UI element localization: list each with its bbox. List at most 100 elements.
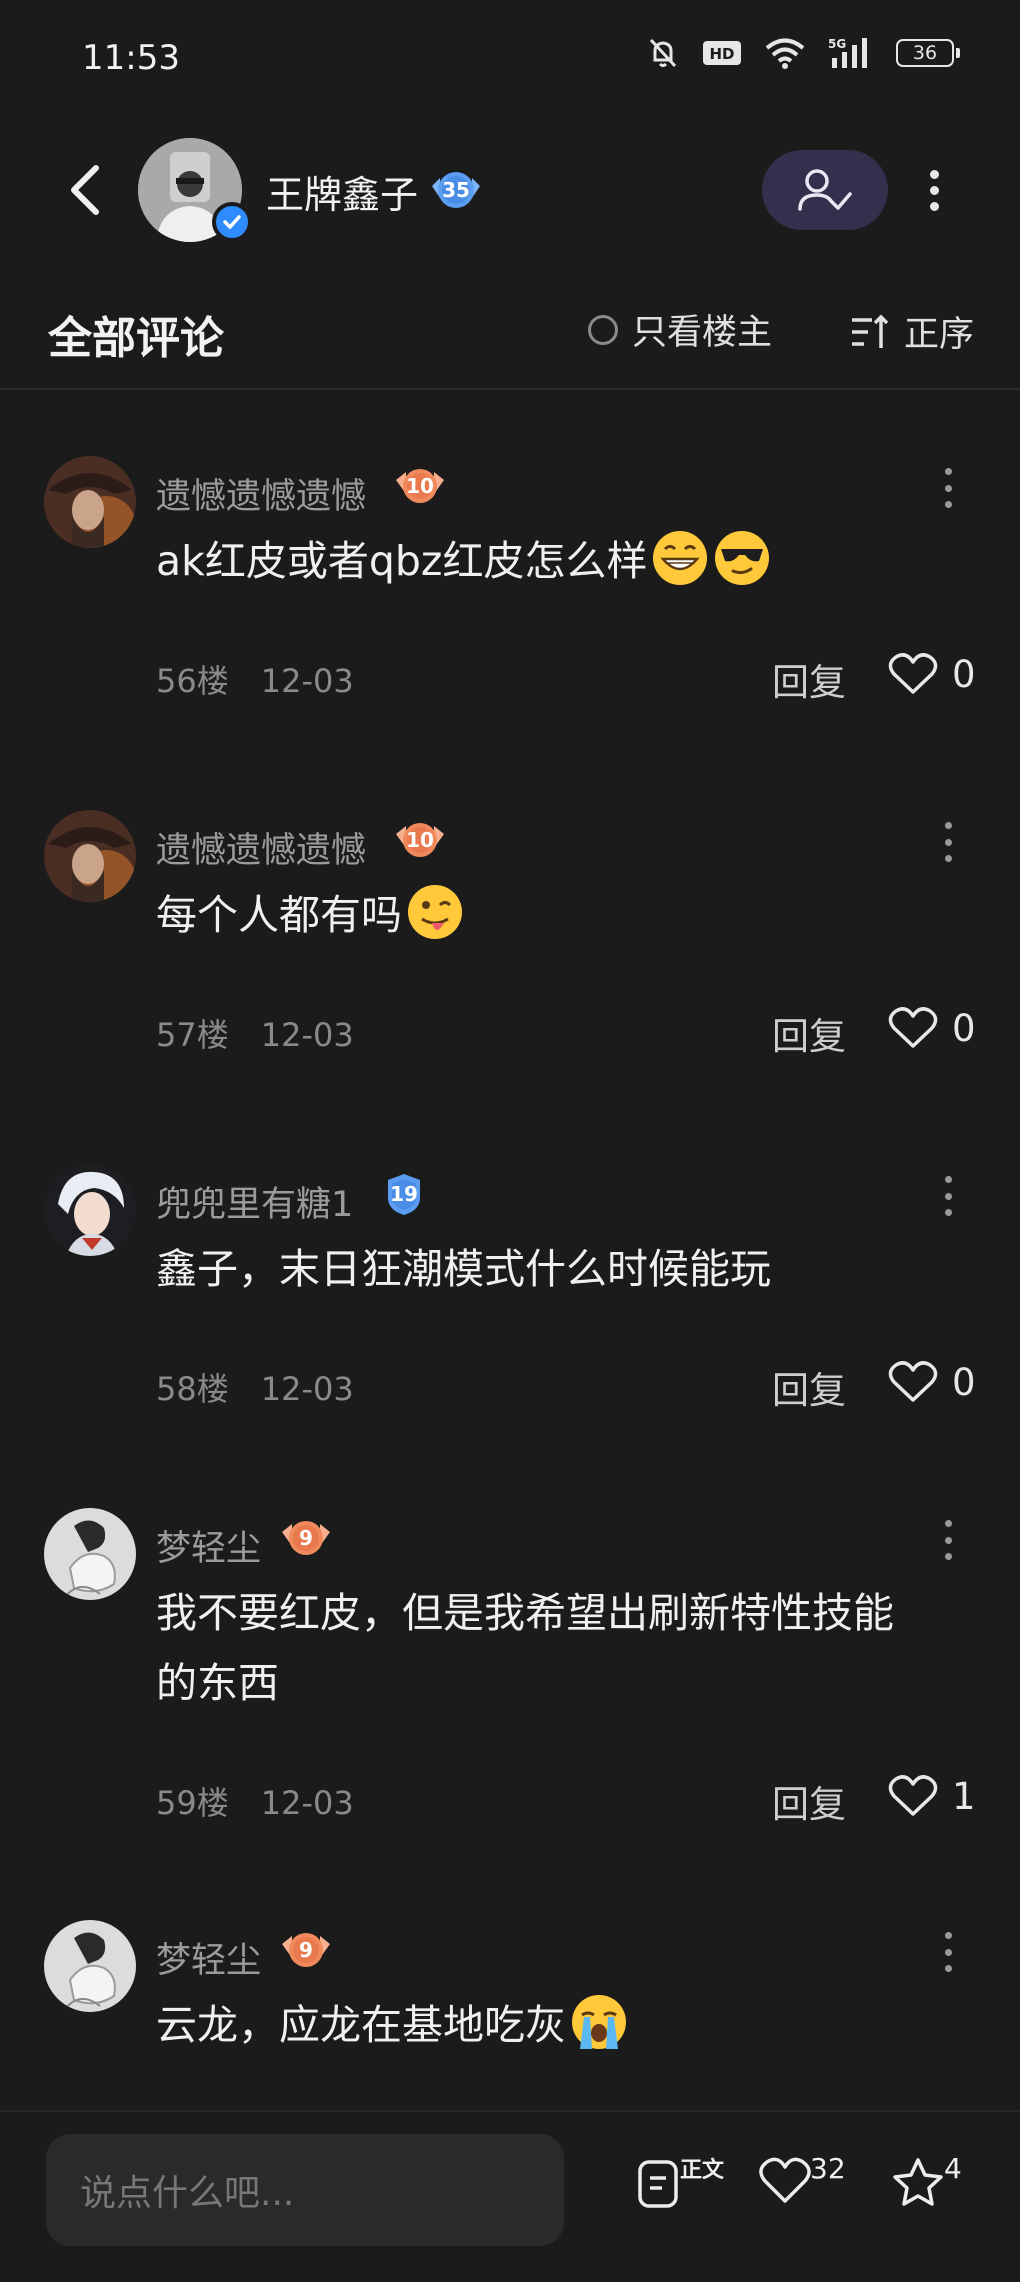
- reply-button[interactable]: 回复: [772, 652, 846, 706]
- comment-item: 遗憾遗憾遗憾 10 每个人都有吗 57楼 12-03 回复 0: [0, 810, 1020, 1060]
- mute-bell-icon: [649, 38, 677, 68]
- comment-text: ak红皮或者qbz红皮怎么样: [156, 526, 956, 596]
- comment-date: 12-03: [260, 1016, 354, 1054]
- commenter-name[interactable]: 梦轻尘: [156, 1932, 261, 1983]
- comment-date: 12-03: [260, 1784, 354, 1822]
- comment-text: 云龙，应龙在基地吃灰: [156, 1990, 956, 2060]
- comment-item: 梦轻尘 9 我不要红皮，但是我希望出刷新特性技能 的东西 59楼 12-03 回复…: [0, 1508, 1020, 1828]
- follow-button[interactable]: [762, 150, 888, 230]
- heart-icon: [888, 1007, 938, 1048]
- battery-level: 36: [896, 39, 954, 67]
- commenter-avatar[interactable]: [44, 1508, 136, 1600]
- heart-icon: [888, 1361, 938, 1402]
- comment-item: 兜兜里有糖1 19 鑫子，末日狂潮模式什么时候能玩 58楼 12-03 回复 0: [0, 1164, 1020, 1414]
- sort-button[interactable]: 正序: [850, 306, 974, 357]
- reply-button[interactable]: 回复: [772, 1774, 846, 1828]
- comment-text: 鑫子，末日狂潮模式什么时候能玩: [156, 1245, 771, 1293]
- commenter-level: 9: [299, 1938, 313, 1962]
- bottom-action-bar: 说点什么吧... 正文 32 4: [0, 2110, 1020, 2282]
- status-icons: HD 5G 36: [646, 36, 960, 70]
- commenter-level-badge: 10: [394, 818, 446, 862]
- reply-button[interactable]: 回复: [772, 1360, 846, 1414]
- battery-icon: 36: [896, 39, 960, 67]
- comment-meta: 59楼 12-03: [156, 1778, 354, 1824]
- comment-text-line: 我不要红皮，但是我希望出刷新特性技能: [156, 1589, 894, 1637]
- like-button[interactable]: 0: [888, 1360, 976, 1404]
- author-name[interactable]: 王牌鑫子: [266, 164, 418, 219]
- post-body-button[interactable]: [634, 2156, 684, 2216]
- reply-button[interactable]: 回复: [772, 1006, 846, 1060]
- signal-5g-icon: 5G: [828, 37, 867, 68]
- dot-icon: [929, 185, 939, 195]
- comment-meta: 57楼 12-03: [156, 1010, 354, 1056]
- floor-number: 59楼: [156, 1784, 229, 1822]
- comment-more-button[interactable]: [942, 1176, 954, 1216]
- chevron-left-icon: [71, 165, 99, 215]
- all-comments-title: 全部评论: [48, 313, 224, 364]
- commenter-level: 10: [406, 828, 434, 852]
- comment-item: 梦轻尘 9 云龙，应龙在基地吃灰: [0, 1920, 1020, 2100]
- commenter-level: 10: [406, 474, 434, 498]
- comment-text: 每个人都有吗: [156, 880, 956, 950]
- comments-toolbar: 全部评论 只看楼主 正序: [0, 290, 1020, 370]
- favorite-button[interactable]: [890, 2156, 946, 2214]
- divider: [0, 388, 1020, 390]
- dot-icon: [929, 201, 939, 211]
- commenter-name[interactable]: 遗憾遗憾遗憾: [156, 468, 366, 519]
- op-only-label: 只看楼主: [632, 313, 773, 353]
- like-count: 0: [952, 1360, 976, 1404]
- comment-date: 12-03: [260, 1370, 354, 1408]
- svg-text:HD: HD: [709, 45, 734, 63]
- comment-text-content: 云龙，应龙在基地吃灰: [156, 2001, 566, 2049]
- comment-item: 遗憾遗憾遗憾 10 ak红皮或者qbz红皮怎么样 56楼 12-03 回复 0: [0, 456, 1020, 736]
- more-options-button[interactable]: [918, 160, 950, 220]
- commenter-avatar[interactable]: [44, 810, 136, 902]
- wifi-icon: [765, 38, 805, 69]
- like-post-button[interactable]: [758, 2156, 812, 2210]
- sort-label: 正序: [904, 315, 975, 355]
- post-body-label: 正文: [680, 2158, 725, 2183]
- comment-more-button[interactable]: [942, 822, 954, 862]
- comment-more-button[interactable]: [942, 1520, 954, 1560]
- verified-badge-icon: [212, 202, 252, 242]
- commenter-level-badge: 10: [394, 464, 446, 508]
- user-check-icon: [798, 169, 852, 211]
- wink-tongue-emoji-icon: [408, 885, 462, 939]
- commenter-level: 19: [390, 1182, 418, 1206]
- like-button[interactable]: 0: [888, 652, 976, 696]
- status-time: 11:53: [82, 38, 180, 78]
- comment-more-button[interactable]: [942, 468, 954, 508]
- sort-icon: [852, 314, 889, 348]
- crying-emoji-icon: [572, 1995, 626, 2049]
- grin-emoji-icon: [653, 531, 708, 585]
- commenter-level-badge: 9: [280, 1516, 332, 1560]
- comment-meta: 58楼 12-03: [156, 1364, 354, 1410]
- heart-icon: [759, 2157, 811, 2203]
- commenter-avatar[interactable]: [44, 1920, 136, 2012]
- like-button[interactable]: 0: [888, 1006, 976, 1050]
- heart-icon: [888, 1775, 938, 1816]
- heart-icon: [888, 653, 938, 694]
- commenter-name[interactable]: 梦轻尘: [156, 1520, 261, 1571]
- commenter-level-badge: 9: [280, 1928, 332, 1972]
- favorite-count: 4: [944, 2152, 962, 2185]
- comment-text-content: 每个人都有吗: [156, 891, 402, 939]
- comment-more-button[interactable]: [942, 1932, 954, 1972]
- comment-date: 12-03: [260, 662, 354, 700]
- commenter-level-badge: 19: [378, 1172, 430, 1216]
- op-only-toggle[interactable]: 只看楼主: [588, 304, 772, 355]
- floor-number: 57楼: [156, 1016, 229, 1054]
- commenter-avatar[interactable]: [44, 1164, 136, 1256]
- document-icon: [638, 2160, 678, 2208]
- commenter-name[interactable]: 兜兜里有糖1: [156, 1176, 353, 1227]
- comment-input[interactable]: 说点什么吧...: [46, 2134, 564, 2246]
- comment-text-line: 的东西: [156, 1659, 279, 1707]
- comment-meta: 56楼 12-03: [156, 656, 354, 702]
- commenter-name[interactable]: 遗憾遗憾遗憾: [156, 822, 366, 873]
- floor-number: 58楼: [156, 1370, 229, 1408]
- commenter-avatar[interactable]: [44, 456, 136, 548]
- like-count: 0: [952, 652, 976, 696]
- back-button[interactable]: [62, 158, 112, 222]
- commenter-level: 9: [299, 1526, 313, 1550]
- like-button[interactable]: 1: [888, 1774, 976, 1818]
